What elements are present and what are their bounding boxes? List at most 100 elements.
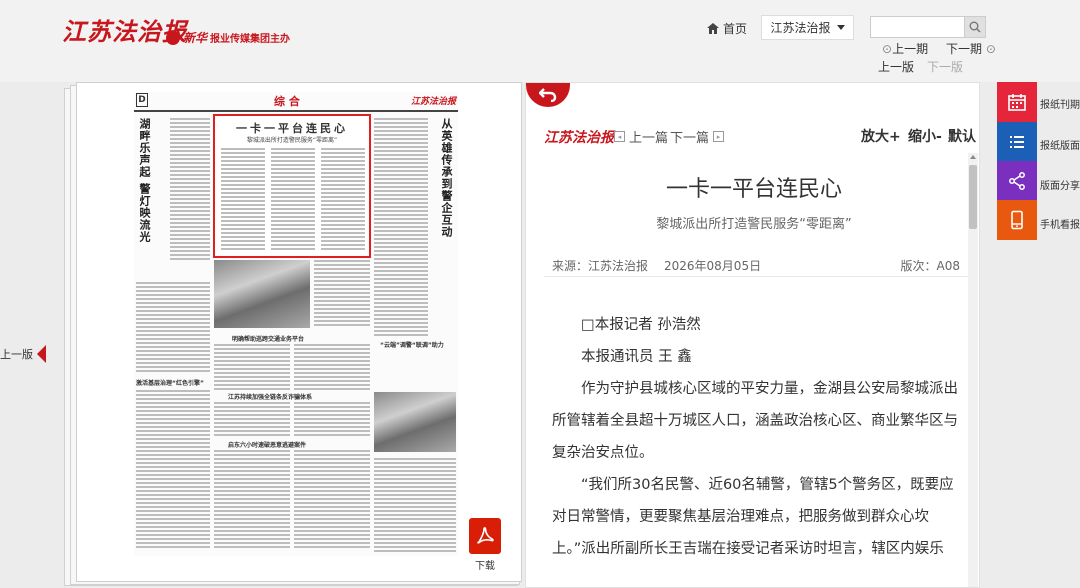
- prev-edition-link[interactable]: 上一版: [878, 58, 914, 75]
- antifraud-story-text-2: [294, 402, 370, 438]
- zoom-out-button[interactable]: 缩小-: [908, 126, 942, 146]
- tool-mobile-label[interactable]: 手机看报: [1040, 216, 1080, 231]
- tool-page-list-label[interactable]: 报纸版面: [1040, 137, 1080, 152]
- right-vertical-title[interactable]: 从英雄传承到警企互动: [438, 118, 454, 288]
- scrollbar-thumb[interactable]: [969, 165, 977, 229]
- article-source: 来源：江苏法治报: [552, 259, 649, 273]
- article-date: 2026年08月05日: [664, 259, 762, 273]
- article-body: □本报记者 孙浩然 本报通讯员 王 鑫 作为守护县城核心区域的平安力量，金湖县公…: [552, 309, 962, 565]
- newspaper-brand: 江苏法治报: [410, 97, 456, 107]
- traffic-story-text-2: [294, 344, 370, 392]
- circle-right-icon: ⊙: [982, 42, 996, 56]
- prev-issue-label: 上一期: [892, 42, 929, 56]
- prev-article-link[interactable]: ◂ 上一篇: [610, 127, 668, 146]
- next-edition-link[interactable]: 下一版: [927, 58, 963, 75]
- left-bottom-text: [136, 390, 210, 550]
- circle-left-icon: ⊙: [882, 42, 893, 56]
- search-button[interactable]: [964, 16, 986, 38]
- left-text-block: [170, 118, 210, 262]
- search-input[interactable]: [870, 16, 965, 38]
- story-headline-red-engine[interactable]: 激活基层治理“红色引擎”: [136, 378, 204, 387]
- download-pdf-button[interactable]: 下载: [469, 518, 501, 572]
- antifraud-story-text: [214, 402, 290, 438]
- qidong-story-text: [214, 450, 290, 550]
- selected-story-text-2: [271, 148, 315, 252]
- selected-story-subtitle: 黎城派出所打造警民服务“零距离”: [246, 137, 338, 144]
- newspaper-page-image[interactable]: D 综 合 江苏法治报 湖畔乐声起 警灯映流光 激活基层治理“红色引擎” 一卡一…: [134, 92, 458, 556]
- right-top-text: [374, 118, 428, 338]
- newspaper-masthead: D 综 合 江苏法治报: [134, 92, 458, 112]
- qidong-story-text-2: [294, 450, 370, 550]
- paper-select[interactable]: 江苏法治报: [761, 15, 854, 40]
- edition-letter: D: [136, 93, 148, 107]
- section-name: 综 合: [274, 95, 300, 108]
- article-brand-logo: 江苏法治报: [544, 130, 614, 146]
- tool-issue-calendar[interactable]: [997, 82, 1037, 122]
- tool-share-label[interactable]: 版面分享: [1040, 177, 1080, 192]
- chevron-down-icon: [836, 25, 845, 30]
- list-icon: [1010, 136, 1024, 148]
- publisher-seal-icon: [166, 30, 180, 45]
- article-paragraph: “我们所30名民警、近60名辅警，管辖5个警务区，既要应对日常警情，更要聚焦基层…: [552, 477, 954, 557]
- arrow-right-square-icon: ▸: [713, 131, 725, 142]
- header: 江苏法治报 新华 报业传媒集团主办 首页 江苏法治报 ⊙上一期 下一期 ⊙ 上一…: [0, 0, 1080, 82]
- story-headline-qidong[interactable]: 启东六小时速破恶意逃避案件: [228, 440, 306, 449]
- tool-page-list[interactable]: [997, 122, 1037, 162]
- home-link[interactable]: 首页: [707, 20, 747, 37]
- right-bottom-text: [374, 458, 456, 554]
- newspaper-page: D 综 合 江苏法治报 湖畔乐声起 警灯映流光 激活基层治理“红色引擎” 一卡一…: [76, 82, 522, 582]
- left-vertical-title[interactable]: 湖畔乐声起 警灯映流光: [136, 118, 152, 268]
- zoom-reset-button[interactable]: 默认: [948, 126, 976, 146]
- home-label: 首页: [723, 22, 748, 36]
- back-button[interactable]: [526, 83, 570, 107]
- article-title: 一卡一平台连民心: [665, 177, 842, 202]
- prev-page-button[interactable]: 上一版: [0, 345, 46, 363]
- prev-page-label: 上一版: [0, 348, 33, 361]
- prev-article-label: 上一篇: [629, 131, 669, 146]
- back-arrow-icon: [539, 88, 557, 102]
- selected-story-text-3: [321, 148, 365, 252]
- news-photo-police-parade[interactable]: [214, 260, 310, 328]
- left-lower-text: [136, 282, 210, 374]
- publisher-logo: 新华 报业传媒集团主办: [166, 29, 290, 46]
- next-issue-link[interactable]: 下一期 ⊙: [946, 40, 996, 57]
- selected-story-box[interactable]: 一卡一平台连民心 黎城派出所打造警民服务“零距离”: [213, 114, 371, 258]
- publisher-mark: 新华: [183, 31, 208, 45]
- publisher-text: 报业传媒集团主办: [210, 34, 291, 45]
- home-icon: [707, 23, 719, 34]
- tool-share[interactable]: [997, 161, 1037, 201]
- article-meta: 来源：江苏法治报 2026年08月05日 版次：A08: [544, 255, 968, 277]
- selected-story-text: [221, 148, 265, 252]
- news-photo-meeting[interactable]: [374, 392, 456, 452]
- paper-select-value: 江苏法治报: [770, 21, 831, 35]
- tool-mobile[interactable]: [997, 200, 1037, 240]
- chevron-left-icon: [37, 345, 46, 363]
- download-label: 下载: [475, 561, 495, 572]
- next-article-label: 下一篇: [670, 131, 710, 146]
- calendar-icon: [1008, 94, 1026, 111]
- article-paragraph: 作为守护县城核心区域的平安力量，金湖县公安局黎城派出所管辖着全县超十万城区人口，…: [552, 381, 958, 461]
- story-headline-cloud[interactable]: “云端”调警“联调”助力: [380, 340, 444, 349]
- arrow-left-square-icon: ◂: [614, 131, 625, 142]
- byline-reporter: □本报记者 孙浩然: [581, 317, 701, 333]
- article-panel: 江苏法治报 ◂ 上一篇 下一篇 ▸ 放大+ 缩小- 默认 一卡一平台连民心 黎城派出…: [525, 82, 980, 588]
- prev-issue-link[interactable]: ⊙上一期: [882, 40, 928, 57]
- center-right-text: [314, 260, 370, 328]
- next-article-link[interactable]: 下一篇 ▸: [670, 127, 728, 146]
- share-icon: [1009, 172, 1025, 190]
- story-headline-antifraud[interactable]: 江苏持续加强全链条反诈骗体系: [228, 392, 312, 401]
- pdf-icon: [469, 518, 501, 554]
- tool-issue-calendar-label[interactable]: 报纸刊期: [1040, 96, 1080, 111]
- article-subtitle: 黎城派出所打造警民服务“零距离”: [656, 217, 852, 232]
- traffic-story-text: [214, 344, 290, 392]
- article-scrollbar[interactable]: [968, 153, 978, 587]
- phone-icon: [1011, 210, 1023, 230]
- scroll-up-icon[interactable]: [970, 155, 976, 159]
- zoom-in-button[interactable]: 放大+: [861, 126, 901, 146]
- search-icon: [969, 21, 981, 33]
- next-issue-label: 下一期: [946, 42, 983, 56]
- selected-story-title: 一卡一平台连民心: [236, 122, 348, 135]
- byline-correspondent: 本报通讯员 王 鑫: [581, 349, 692, 365]
- story-headline-traffic[interactable]: 明确帮助巡跨交通业务平台: [232, 334, 304, 343]
- article-edition: 版次：A08: [900, 259, 960, 273]
